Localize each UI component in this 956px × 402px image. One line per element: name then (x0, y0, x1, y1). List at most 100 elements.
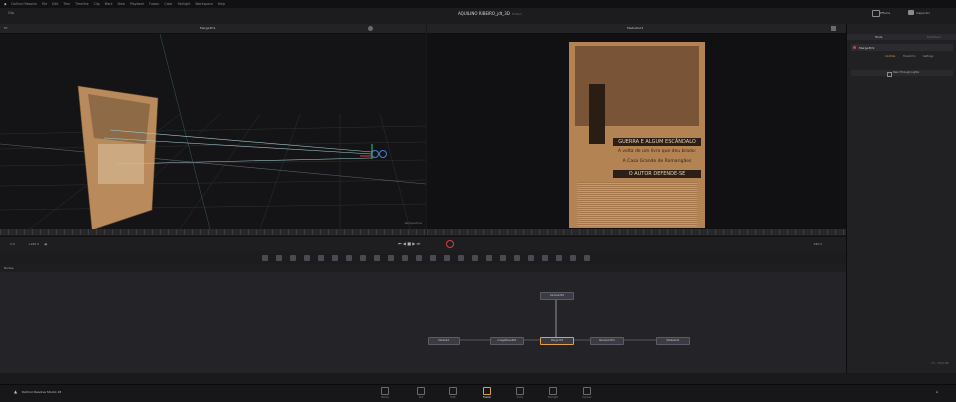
image-plane-tool-icon[interactable] (430, 255, 436, 261)
zoom-dropdown[interactable]: Fit (4, 26, 8, 30)
headline-2: A volta de um livro que deu brado: (617, 149, 697, 154)
tab-tools[interactable]: Tools (875, 35, 882, 39)
bspline-tool-icon[interactable] (374, 255, 380, 261)
node-camera3d[interactable]: Camera3D1 (540, 292, 574, 300)
camera-3d-tool-icon[interactable] (486, 255, 492, 261)
left-viewer-header: Fit Merge3D1 (0, 24, 426, 34)
inspector-button[interactable]: Inspector (916, 11, 930, 15)
menu-item-timeline[interactable]: Timeline (75, 0, 89, 8)
node-mediaout[interactable]: MediaOut1 (656, 337, 690, 345)
background-tool-icon[interactable] (262, 255, 268, 261)
project-title: AQUILINO RIBEIRO_jdt_3D (458, 11, 510, 16)
page-navigation-bar: ▲ DaVinci Resolve Studio 18 Media Cut Ed… (0, 384, 956, 402)
time-ruler-right[interactable] (427, 229, 846, 235)
text-3d-tool-icon[interactable] (458, 255, 464, 261)
viewer-mediaout[interactable]: GUERRA E ALGUM ESCÂNDALO A volta de um l… (427, 34, 846, 229)
cut-page-icon (417, 387, 425, 395)
viewer-menu-icon[interactable] (831, 26, 836, 31)
effects-button[interactable]: Effects (880, 11, 890, 15)
current-time: 180.0 (813, 242, 822, 246)
inspector-tabs: Tools Modifiers (847, 34, 956, 40)
menu-item-file[interactable]: File (42, 0, 47, 8)
paint-tool-icon[interactable] (276, 255, 282, 261)
viewer-3d-perspective[interactable]: Perspective (0, 34, 426, 229)
menu-item-playback[interactable]: Playback (130, 0, 144, 8)
speaker-icon[interactable]: ◀) (44, 242, 47, 246)
node-merge3d[interactable]: Merge3D1 (540, 337, 574, 345)
inspector-icon[interactable] (908, 10, 914, 15)
mask-tool-icon[interactable] (318, 255, 324, 261)
perspective-label: Perspective (404, 221, 422, 225)
loop-icon[interactable] (446, 240, 454, 248)
node-mediain[interactable]: MediaIn1 (428, 337, 460, 345)
menu-item-workspace[interactable]: Workspace (195, 0, 212, 8)
memory-readout: 2% - 3500 MB (931, 362, 949, 365)
media-page-icon (381, 387, 389, 395)
article-body (577, 182, 697, 226)
node-renderer3d[interactable]: Renderer3D1 (590, 337, 624, 345)
tab-modifiers[interactable]: Modifiers (927, 35, 941, 39)
page-edit[interactable]: Edit (438, 387, 468, 400)
nodes-panel[interactable]: Nodes MediaIn1 ImagePlane3D1 Merge3D1 Re… (0, 265, 846, 373)
menu-item-help[interactable]: Help (218, 0, 225, 8)
polygon-tool-icon[interactable] (360, 255, 366, 261)
shape-3d-tool-icon[interactable] (444, 255, 450, 261)
menu-item-fairlight[interactable]: Fairlight (178, 0, 191, 8)
light-tool-icon[interactable] (500, 255, 506, 261)
title-bar: Clip AQUILINO RIBEIRO_jdt_3D Edited Effe… (0, 8, 956, 25)
transform-tool-icon[interactable] (346, 255, 352, 261)
page-color[interactable]: Color (505, 387, 535, 400)
playback-controls[interactable]: ⏮ ◀ ■ ▶ ⏭ (398, 241, 420, 246)
time-ruler-left[interactable] (0, 229, 426, 235)
rectangle-tool-icon[interactable] (402, 255, 408, 261)
menu-bar: ◆ DaVinci Resolve File Edit Trim Timelin… (0, 0, 956, 8)
pass-through-lights-row[interactable]: Pass Through Lights (851, 70, 953, 77)
subtab-settings[interactable]: Settings (923, 55, 933, 58)
clip-toggle[interactable]: Clip (8, 11, 14, 15)
inspector-node-row[interactable]: Merge3D1 (851, 44, 953, 51)
uv-tool-icon[interactable] (584, 255, 590, 261)
camera-3d-icon (371, 150, 379, 158)
menu-item-view[interactable]: View (117, 0, 125, 8)
menu-item-app[interactable]: DaVinci Resolve (11, 0, 36, 8)
renderer-3d-tool-icon[interactable] (514, 255, 520, 261)
app-name: DaVinci Resolve Studio 18 (22, 390, 62, 394)
pass-through-lights-checkbox[interactable] (887, 71, 892, 77)
page-cut[interactable]: Cut (406, 387, 436, 400)
headline-1: GUERRA E ALGUM ESCÂNDALO (613, 138, 701, 146)
ellipse-tool-icon[interactable] (388, 255, 394, 261)
menu-item-color[interactable]: Color (164, 0, 172, 8)
page-deliver[interactable]: Deliver (572, 387, 602, 400)
node-connections (458, 298, 656, 341)
fusion-toolbar (0, 251, 846, 265)
fog-tool-icon[interactable] (528, 255, 534, 261)
menu-item-mark[interactable]: Mark (105, 0, 113, 8)
home-icon[interactable]: ⌂ (936, 389, 939, 394)
transport-bar: 0.0 +180.0 ◀) ⏮ ◀ ■ ▶ ⏭ 180.0 (0, 236, 846, 251)
blur-tool-icon[interactable] (304, 255, 310, 261)
app-logo-icon: ◆ (4, 2, 7, 6)
page-media[interactable]: Media (370, 387, 400, 400)
newspaper-image: GUERRA E ALGUM ESCÂNDALO A volta de um l… (569, 42, 705, 228)
edited-status: Edited (512, 11, 522, 16)
pointcloud-tool-icon[interactable] (542, 255, 548, 261)
spherical-tool-icon[interactable] (570, 255, 576, 261)
menu-item-clip[interactable]: Clip (94, 0, 100, 8)
viewer-options-icon[interactable] (368, 26, 373, 31)
menu-item-trim[interactable]: Trim (63, 0, 70, 8)
particle-tool-icon[interactable] (416, 255, 422, 261)
merge-tool-icon[interactable] (332, 255, 338, 261)
effects-icon[interactable] (872, 10, 880, 17)
merge-3d-tool-icon[interactable] (472, 255, 478, 261)
text-tool-icon[interactable] (290, 255, 296, 261)
page-fusion[interactable]: Fusion (472, 387, 502, 400)
fusion-page-icon (483, 387, 491, 395)
page-fairlight[interactable]: Fairlight (538, 387, 568, 400)
subtab-controls[interactable]: Controls (885, 55, 895, 58)
node-imageplane3d[interactable]: ImagePlane3D1 (490, 337, 524, 345)
menu-item-fusion[interactable]: Fusion (149, 0, 159, 8)
node-color-icon (853, 46, 856, 49)
menu-item-edit[interactable]: Edit (52, 0, 58, 8)
displace-tool-icon[interactable] (556, 255, 562, 261)
subtab-transform[interactable]: Transform (903, 55, 915, 58)
